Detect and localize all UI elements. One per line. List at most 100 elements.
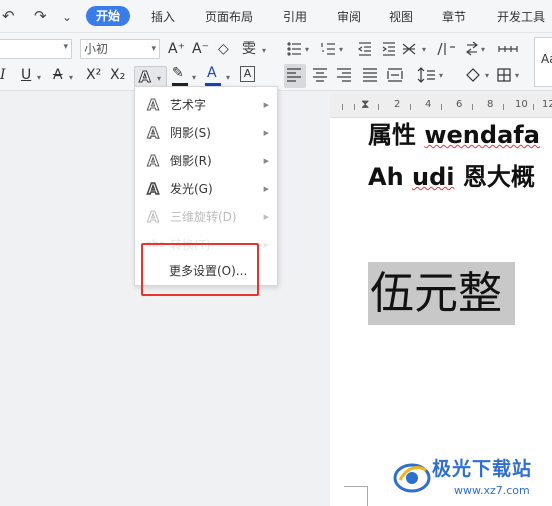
chevron-down-icon: ▾ [157, 74, 162, 83]
chevron-down-icon: ▾ [262, 46, 267, 55]
selected-text[interactable]: 伍元整 [368, 262, 515, 325]
style-preview-text: Aa [541, 52, 552, 66]
page-corner-mark [344, 486, 368, 506]
chevron-down-icon: ▾ [37, 73, 42, 82]
text-direction-icon [437, 42, 455, 56]
indent-marker-icon[interactable]: ⧗ [361, 97, 369, 111]
character-shading-button[interactable]: A [240, 66, 255, 82]
svg-text:▾: ▾ [481, 45, 485, 54]
text-effects-button[interactable]: A ▾ [134, 66, 167, 88]
wordart-icon: A [147, 96, 160, 115]
chevron-right-icon: ▶ [263, 157, 269, 165]
ruler-tick [354, 104, 355, 110]
svg-text:▾: ▾ [485, 71, 489, 80]
tab-references[interactable]: 引用 [283, 9, 307, 25]
underline-button[interactable]: U [21, 66, 31, 84]
numbered-list-icon [321, 43, 335, 55]
glow-effect-icon: A [146, 179, 159, 199]
ribbon-toolbar: ▾ 小初 ▾ A⁺ A⁻ ◇ 雯 ▾ ▾ ▾ ▾ ▾ I U ▾ A ▾ X² … [0, 33, 552, 91]
document-page[interactable]: 属性 wendafa Ah udi 恩大概 伍元整 [330, 118, 552, 506]
decrease-indent-icon [357, 42, 371, 56]
svg-text:▾: ▾ [515, 71, 519, 80]
highlight-color-button[interactable]: ✎ [172, 64, 184, 82]
ruler-number: 2 [394, 99, 401, 110]
chevron-right-icon: ▶ [263, 213, 269, 221]
svg-text:▾: ▾ [439, 71, 443, 80]
svg-text:▾: ▾ [422, 45, 426, 54]
font-color-button[interactable]: A [207, 64, 217, 82]
ruler-number: 12 [542, 99, 552, 110]
menu-item-reflection[interactable]: A 倒影(R) ▶ [135, 147, 277, 175]
distributed-align-icon [387, 68, 403, 82]
shadow-effect-icon: A [147, 124, 160, 143]
show-marks-icon [498, 46, 518, 52]
ruler-tick [533, 104, 534, 110]
menu-item-wordart[interactable]: A 艺术字 ▶ [135, 91, 277, 119]
svg-text:▾: ▾ [305, 45, 309, 54]
italic-button[interactable]: I [0, 66, 6, 84]
ruler-tick [503, 104, 504, 110]
chevron-down-icon: ▾ [192, 73, 197, 82]
watermark-logo-icon [393, 463, 431, 493]
chevron-down-icon: ▾ [69, 73, 74, 82]
tab-chapter[interactable]: 章节 [442, 9, 466, 25]
superscript-button[interactable]: X² [86, 66, 101, 84]
style-gallery[interactable]: Aa [534, 37, 552, 87]
chevron-down-icon: ▾ [151, 44, 156, 54]
chevron-right-icon: ▶ [263, 101, 269, 109]
menu-item-label: 倒影(R) [170, 154, 212, 168]
tab-insert[interactable]: 插入 [151, 9, 175, 25]
reflection-effect-icon: A [147, 152, 160, 171]
ruler-tick [472, 104, 473, 110]
menu-item-3d-rotation: A 三维旋转(D) ▶ [135, 203, 277, 231]
tab-page-layout[interactable]: 页面布局 [205, 9, 253, 25]
align-left-icon [287, 68, 301, 82]
chevron-down-icon: ▾ [226, 73, 231, 82]
font-size-value: 小初 [84, 42, 109, 56]
ruler-tick [410, 104, 411, 110]
sort-icon [466, 41, 478, 56]
font-size-select[interactable]: 小初 ▾ [80, 39, 160, 59]
doc-text-misspelled: wendafa [424, 121, 540, 149]
quick-access-more-button[interactable]: ⌄ [62, 9, 72, 25]
redo-button[interactable]: ↷ [34, 8, 47, 24]
tab-developer[interactable]: 开发工具 [497, 9, 545, 25]
align-center-icon [313, 68, 327, 82]
ruler-number: 4 [425, 99, 432, 110]
shrink-font-button[interactable]: A⁻ [192, 40, 209, 58]
chevron-right-icon: ▶ [263, 129, 269, 137]
paragraph-tools-row1: ▾ ▾ ▾ ▾ [287, 41, 518, 56]
shading-icon [466, 68, 480, 82]
strikethrough-button[interactable]: A [53, 66, 63, 84]
doc-text: 属性 [368, 121, 425, 149]
subscript-button[interactable]: X₂ [110, 66, 125, 84]
tab-view[interactable]: 视图 [389, 9, 413, 25]
chinese-layout-icon [402, 43, 416, 55]
document-line-2: Ah udi 恩大概 [368, 162, 535, 192]
3d-rotation-icon: A [147, 208, 160, 227]
menu-item-label: 发光(G) [170, 182, 213, 196]
phonetic-guide-button[interactable]: 雯 [242, 40, 256, 58]
tab-home[interactable]: 开始 [86, 6, 131, 26]
menu-item-glow[interactable]: A 发光(G) ▶ [135, 175, 277, 203]
text-effects-icon: A [139, 68, 152, 87]
wps-writer-window: ↶ ↷ ⌄ 开始 插入 页面布局 引用 审阅 视图 章节 开发工具 ▾ 小初 ▾… [0, 0, 552, 506]
doc-text: 恩大概 [454, 163, 535, 191]
site-watermark: 极光下载站 www.xz7.com [392, 452, 552, 506]
menu-item-label: 阴影(S) [170, 126, 211, 140]
justify-icon [363, 68, 377, 82]
align-right-icon [337, 68, 351, 82]
grow-font-button[interactable]: A⁺ [168, 40, 185, 58]
line-spacing-icon [417, 67, 435, 83]
paragraph-tools-row2: ▾ ▾ ▾ [287, 67, 519, 83]
doc-text-misspelled: udi [412, 163, 455, 191]
menu-item-shadow[interactable]: A 阴影(S) ▶ [135, 119, 277, 147]
menu-bar: ↶ ↷ ⌄ 开始 插入 页面布局 引用 审阅 视图 章节 开发工具 [0, 0, 552, 33]
font-name-select[interactable]: ▾ [0, 39, 72, 59]
document-line-1: 属性 wendafa [368, 120, 540, 150]
clear-format-button[interactable]: ◇ [218, 40, 229, 58]
undo-button[interactable]: ↶ [2, 8, 15, 24]
watermark-url: www.xz7.com [454, 484, 530, 497]
chevron-right-icon: ▶ [263, 241, 269, 249]
tab-review[interactable]: 审阅 [337, 9, 361, 25]
